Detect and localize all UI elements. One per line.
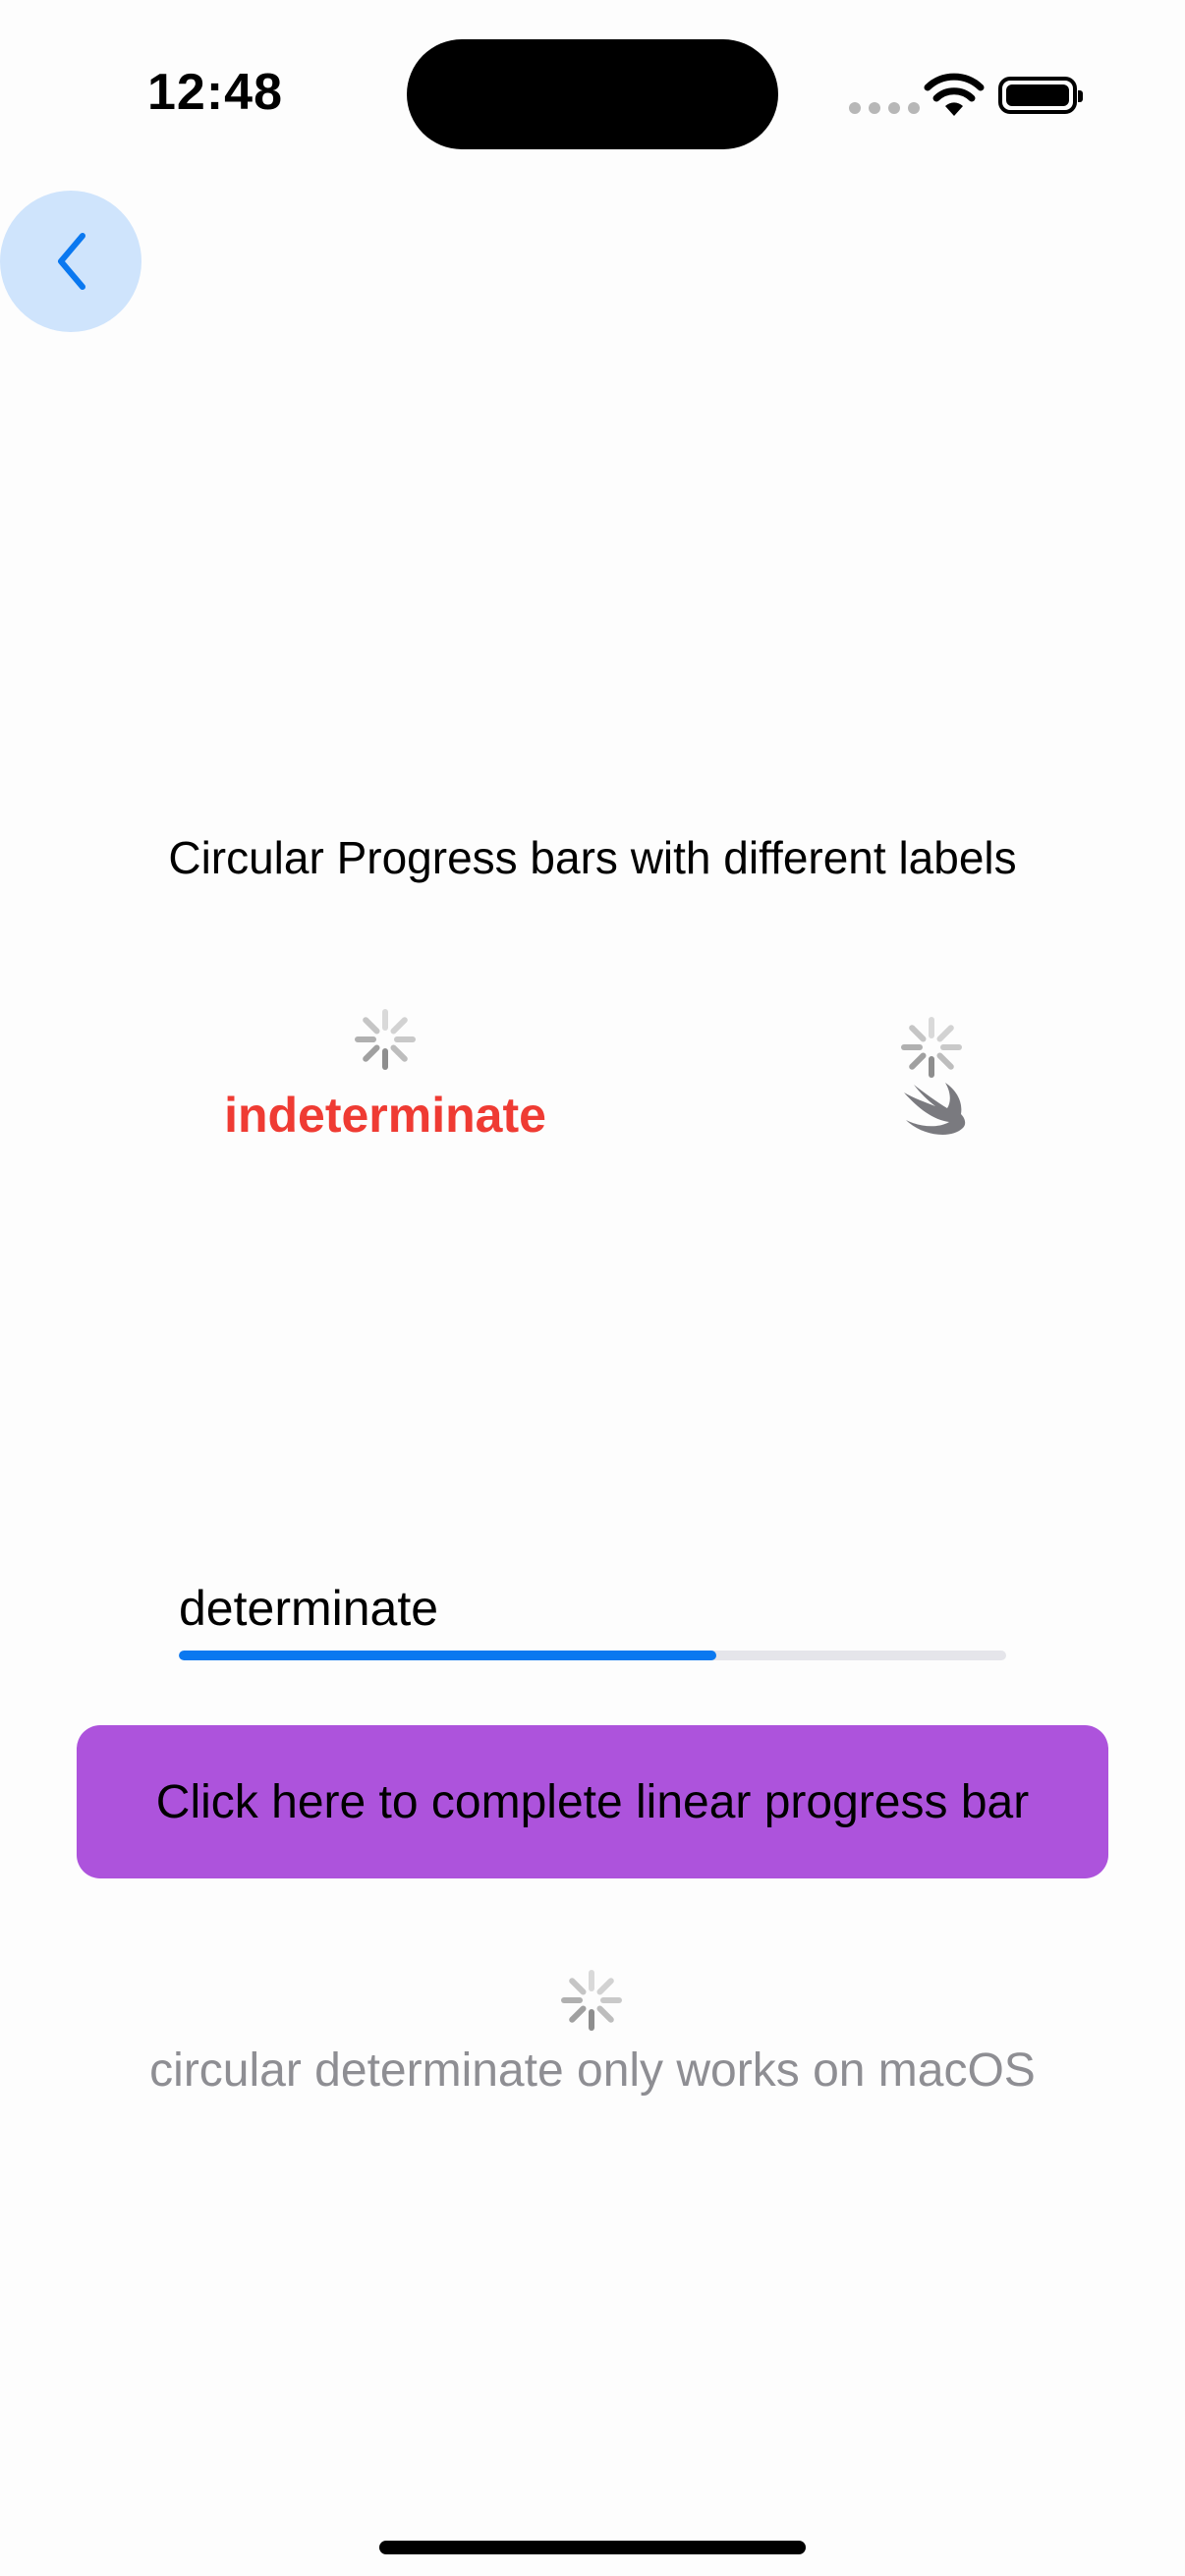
linear-progress-bar [179, 1651, 1006, 1660]
indeterminate-label: indeterminate [224, 1088, 546, 1143]
battery-icon [998, 77, 1083, 114]
dynamic-island [407, 39, 778, 149]
complete-progress-button[interactable]: Click here to complete linear progress b… [77, 1725, 1108, 1878]
circular-determinate-note: circular determinate only works on macOS [149, 2044, 1036, 2097]
swift-bird-icon [904, 1083, 966, 1135]
back-button[interactable] [0, 191, 141, 332]
cellular-signal-icon [849, 102, 920, 114]
section-title: Circular Progress bars with different la… [168, 832, 1017, 883]
loading-spinner-icon [355, 1009, 416, 1070]
loading-spinner-icon [561, 1970, 622, 2031]
linear-progress-fill [179, 1651, 717, 1660]
status-time: 12:48 [147, 64, 283, 121]
home-indicator[interactable] [379, 2541, 806, 2554]
chevron-left-icon [58, 233, 85, 290]
wifi-icon [924, 73, 985, 116]
determinate-label: determinate [179, 1581, 439, 1636]
loading-spinner-icon [901, 1017, 962, 1078]
